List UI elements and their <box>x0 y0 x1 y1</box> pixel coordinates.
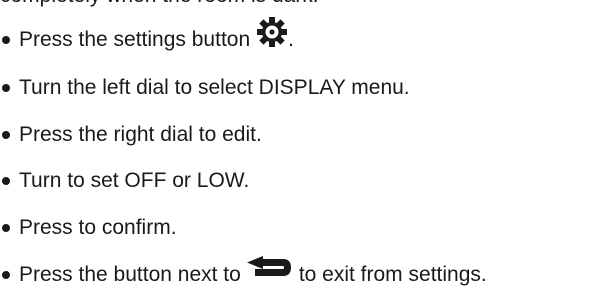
bullet-icon <box>2 177 10 185</box>
list-item: Turn the left dial to select DISPLAY men… <box>0 75 410 101</box>
bullet-icon <box>2 84 10 92</box>
list-item: Press the right dial to edit. <box>0 122 262 148</box>
bullet-icon <box>2 271 10 279</box>
bullet-icon <box>2 36 10 44</box>
list-item: Press the button next to to exit from se… <box>0 256 487 288</box>
step-text-suffix: . <box>288 28 294 51</box>
step-text: Turn the left dial to select DISPLAY men… <box>19 76 410 99</box>
step-text: Turn to set OFF or LOW. <box>19 169 250 192</box>
gear-icon <box>257 17 288 47</box>
bullet-icon <box>2 131 10 139</box>
step-text: Press the button next to <box>19 263 241 286</box>
list-item: Turn to set OFF or LOW. <box>0 168 249 194</box>
intro-text: completely when the room is dark. <box>0 0 319 9</box>
list-item: Press the settings button . <box>0 17 294 56</box>
back-arrow-icon <box>246 256 291 276</box>
bullet-icon <box>2 224 10 232</box>
step-text: Press the right dial to edit. <box>19 123 262 146</box>
step-text: Press to confirm. <box>19 216 177 239</box>
step-text: Press the settings button <box>19 28 251 51</box>
instruction-page: completely when the room is dark. Press … <box>0 0 606 293</box>
step-text-suffix: to exit from settings. <box>298 263 487 286</box>
list-item: Press to confirm. <box>0 215 177 241</box>
